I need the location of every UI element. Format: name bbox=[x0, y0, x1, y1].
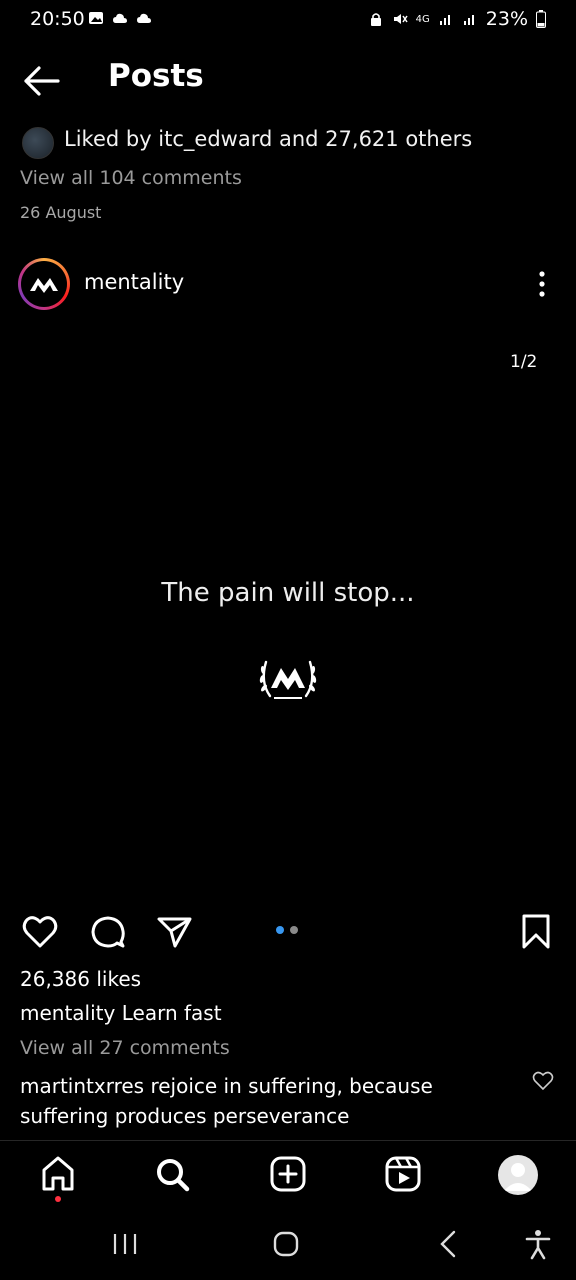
home-icon[interactable] bbox=[38, 1152, 78, 1196]
mentality-logo-icon bbox=[30, 278, 58, 293]
liker-avatar[interactable] bbox=[22, 127, 54, 159]
post-image-text: The pain will stop... bbox=[161, 578, 415, 608]
status-time: 20:50 bbox=[30, 8, 85, 30]
cloud-icon bbox=[113, 13, 127, 23]
like-heart-icon[interactable] bbox=[20, 912, 60, 952]
signal-icon bbox=[463, 15, 474, 25]
notification-dot bbox=[55, 1196, 61, 1202]
recent-apps-icon[interactable] bbox=[105, 1228, 145, 1260]
signal-icon bbox=[439, 15, 450, 25]
more-options-icon[interactable] bbox=[532, 270, 552, 298]
top-comment: martintxrres rejoice in suffering, becau… bbox=[20, 1071, 460, 1131]
network-type: 4G bbox=[415, 13, 430, 25]
comment-username[interactable]: martintxrres bbox=[20, 1074, 144, 1098]
carousel-dot bbox=[276, 926, 284, 934]
comment-like-heart-icon[interactable] bbox=[532, 1071, 554, 1091]
comment-bubble-icon[interactable] bbox=[88, 912, 128, 952]
share-paper-plane-icon[interactable] bbox=[155, 912, 195, 952]
post-author-avatar[interactable] bbox=[18, 258, 70, 310]
carousel-dots bbox=[276, 926, 298, 934]
view-all-comments-link[interactable]: View all 104 comments bbox=[20, 167, 242, 189]
laurel-logo-icon bbox=[259, 660, 317, 699]
home-button-icon[interactable] bbox=[266, 1228, 306, 1260]
lock-icon bbox=[370, 13, 381, 26]
back-button-icon[interactable] bbox=[428, 1228, 468, 1260]
add-post-icon[interactable] bbox=[268, 1152, 308, 1196]
view-all-comments-link[interactable]: View all 27 comments bbox=[20, 1037, 230, 1059]
post-image[interactable] bbox=[0, 320, 576, 905]
likes-count[interactable]: 26,386 likes bbox=[20, 967, 141, 991]
reels-icon[interactable] bbox=[383, 1152, 423, 1196]
post-username[interactable]: mentality bbox=[84, 270, 184, 294]
save-bookmark-icon[interactable] bbox=[516, 912, 556, 952]
page-title: Posts bbox=[108, 58, 204, 94]
gallery-icon bbox=[89, 12, 103, 24]
battery-icon bbox=[536, 10, 546, 28]
post-caption: mentality Learn fast bbox=[20, 1001, 222, 1025]
carousel-dot bbox=[290, 926, 298, 934]
battery-percent: 23% bbox=[485, 8, 528, 30]
profile-placeholder-icon bbox=[504, 1163, 532, 1191]
caption-text: Learn fast bbox=[121, 1001, 222, 1025]
liked-by-text[interactable]: Liked by itc_edward and 27,621 others bbox=[64, 127, 472, 151]
back-arrow-icon[interactable] bbox=[22, 64, 62, 98]
profile-avatar[interactable] bbox=[498, 1155, 538, 1195]
caption-username[interactable]: mentality bbox=[20, 1001, 115, 1025]
carousel-counter: 1/2 bbox=[510, 352, 538, 372]
accessibility-icon[interactable] bbox=[518, 1228, 558, 1260]
status-left-icons bbox=[88, 10, 152, 26]
post-date: 26 August bbox=[20, 203, 102, 222]
nav-divider bbox=[0, 1140, 576, 1141]
mute-icon bbox=[393, 14, 408, 24]
cloud-icon bbox=[137, 13, 151, 23]
search-icon[interactable] bbox=[152, 1152, 192, 1196]
status-right: 4G 23% bbox=[368, 8, 546, 30]
